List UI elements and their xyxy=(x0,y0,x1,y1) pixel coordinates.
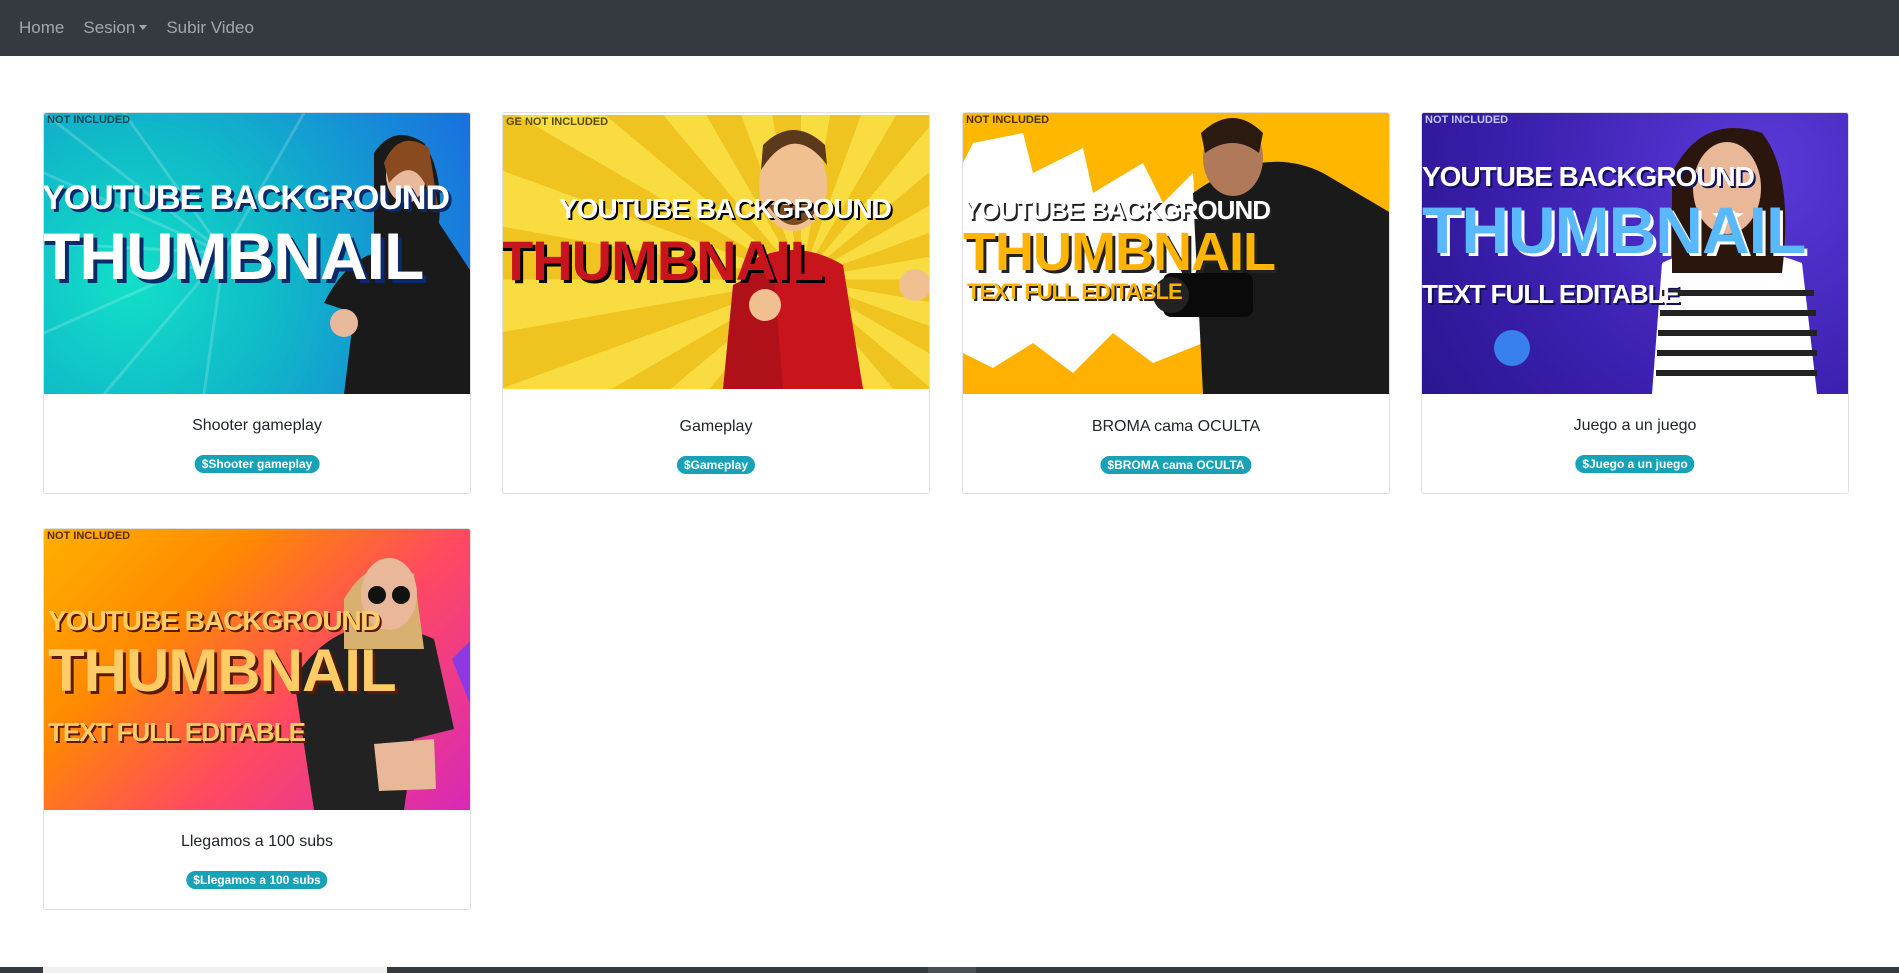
scrollbar-thumb[interactable] xyxy=(43,967,387,973)
thumbnail-line3: TEXT FULL EDITABLE xyxy=(967,279,1183,304)
card-badge: $Shooter gameplay xyxy=(194,455,320,473)
thumbnail-corner-text: GE NOT INCLUDED xyxy=(506,116,609,128)
video-thumbnail[interactable]: NOT INCLUDED YOUTUBE BACKGROUND THUMBNAI… xyxy=(1422,113,1848,394)
card-title: BROMA cama OCULTA xyxy=(1091,418,1261,435)
video-card[interactable]: NOT INCLUDED YOUTUBE BACKGROUND THUMBNAI… xyxy=(1421,112,1849,494)
thumbnail-line1: YOUTUBE BACKGROUND xyxy=(44,179,450,217)
video-thumbnail[interactable]: GE NOT INCLUDED YOUTUBE BACKGROUND THUMB… xyxy=(503,115,929,389)
scrollbar-thumb-secondary[interactable] xyxy=(928,967,976,973)
thumbnail-line3: TEXT FULL EDITABLE xyxy=(1422,279,1680,309)
video-card[interactable]: GE NOT INCLUDED YOUTUBE BACKGROUND THUMB… xyxy=(502,112,930,494)
video-card[interactable]: NOT INCLUDED YOUTUBE BACKGROUND THUMBNAI… xyxy=(43,112,471,494)
thumbnail-line2: THUMBNAIL xyxy=(44,219,424,293)
video-thumbnail[interactable]: NOT INCLUDED YOUTUBE BACKGROUND THUMBNAI… xyxy=(963,113,1389,394)
thumbnail-line1: YOUTUBE BACKGROUND xyxy=(48,605,381,636)
thumbnail-line2: THUMBNAIL xyxy=(503,229,824,292)
thumbnail-line1: YOUTUBE BACKGROUND xyxy=(963,195,1271,225)
video-card[interactable]: NOT INCLUDED YOUTUBE BACKGROUND THUMBNAI… xyxy=(962,112,1390,494)
card-badge: $Gameplay xyxy=(676,456,756,474)
thumbnail-corner-text: NOT INCLUDED xyxy=(1425,114,1509,126)
navbar: Home Sesion Subir Video xyxy=(0,0,1899,56)
card-title: Shooter gameplay xyxy=(192,417,322,434)
chevron-down-icon xyxy=(139,25,148,30)
video-card[interactable]: NOT INCLUDED YOUTUBE BACKGROUND THUMBNAI… xyxy=(43,528,471,910)
nav-subir-video-link[interactable]: Subir Video xyxy=(166,18,254,38)
nav-sesion-label: Sesion xyxy=(83,18,136,37)
video-thumbnail[interactable]: NOT INCLUDED YOUTUBE BACKGROUND THUMBNAI… xyxy=(44,113,470,394)
thumbnail-line3: TEXT FULL EDITABLE xyxy=(48,717,306,747)
thumbnail-line1: YOUTUBE BACKGROUND xyxy=(1422,161,1755,192)
nav-sesion-dropdown[interactable]: Sesion xyxy=(83,18,148,38)
card-title: Gameplay xyxy=(679,418,753,435)
thumbnail-corner-text: NOT INCLUDED xyxy=(47,114,131,126)
thumbnail-line1: YOUTUBE BACKGROUND xyxy=(559,193,892,224)
nav-home-link[interactable]: Home xyxy=(19,18,64,38)
thumbnail-line2: THUMBNAIL xyxy=(1422,193,1806,267)
thumbnail-line2: THUMBNAIL xyxy=(963,222,1276,282)
video-thumbnail[interactable]: NOT INCLUDED YOUTUBE BACKGROUND THUMBNAI… xyxy=(44,529,470,810)
card-badge: $Llegamos a 100 subs xyxy=(186,871,328,889)
card-badge: $Juego a un juego xyxy=(1575,455,1695,473)
card-title: Juego a un juego xyxy=(1573,417,1697,434)
card-badge: $BROMA cama OCULTA xyxy=(1100,456,1252,474)
thumbnail-corner-text: NOT INCLUDED xyxy=(47,530,131,542)
thumbnail-line2: THUMBNAIL xyxy=(48,637,397,704)
thumbnail-corner-text: NOT INCLUDED xyxy=(966,114,1050,126)
card-title: Llegamos a 100 subs xyxy=(180,833,334,850)
